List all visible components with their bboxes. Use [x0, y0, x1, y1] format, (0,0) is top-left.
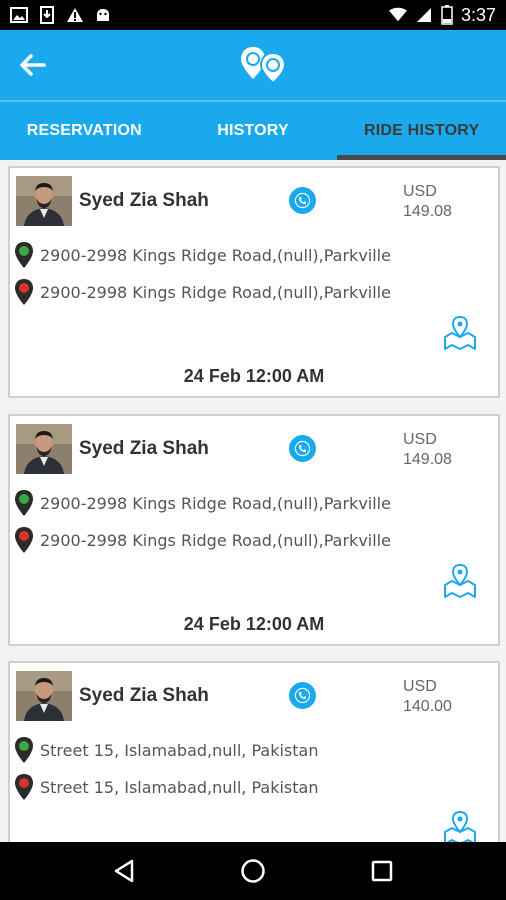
view-map-button[interactable]	[442, 810, 478, 842]
back-button[interactable]	[18, 50, 48, 80]
fare-currency: USD	[403, 431, 437, 448]
nav-home-button[interactable]	[233, 851, 273, 891]
driver-name: Syed Zia Shah	[79, 685, 209, 706]
pickup-address-row: 2900-2998 Kings Ridge Road,(null),Parkvi…	[14, 240, 391, 270]
dropoff-pin-icon	[14, 772, 34, 802]
call-button[interactable]	[289, 187, 316, 214]
nav-back-button[interactable]	[104, 851, 144, 891]
view-map-button[interactable]	[442, 315, 478, 351]
map-icon	[444, 810, 476, 842]
ride-date: 24 Feb 12:00 AM	[183, 366, 325, 386]
phone-icon	[294, 192, 311, 209]
dropoff-pin-icon	[14, 525, 34, 555]
pickup-address: Street 15, Islamabad,null, Pakistan	[40, 740, 319, 760]
ride-date: 24 Feb 12:00 AM	[183, 614, 325, 634]
triangle-back-icon	[115, 859, 134, 883]
tab-history[interactable]: HISTORY	[169, 102, 338, 160]
map-pins-logo-icon	[239, 45, 289, 85]
pickup-address-row: 2900-2998 Kings Ridge Road,(null),Parkvi…	[14, 488, 391, 518]
dropoff-address: 2900-2998 Kings Ridge Road,(null),Parkvi…	[40, 282, 391, 302]
dropoff-address-row: Street 15, Islamabad,null, Pakistan	[14, 772, 318, 802]
pickup-pin-icon	[14, 488, 34, 518]
tab-reservation[interactable]: RESERVATION	[0, 102, 169, 160]
fare: USD 149.08	[403, 430, 452, 470]
tab-bar: RESERVATION HISTORY RIDE HISTORY	[0, 100, 506, 160]
phone-icon	[294, 440, 311, 457]
dropoff-address: Street 15, Islamabad,null, Pakistan	[40, 777, 319, 797]
ride-list[interactable]: Syed Zia Shah USD 149.08 2900-2998 Kings…	[0, 160, 506, 842]
ride-card[interactable]: Syed Zia Shah USD 140.00 Street 15, Isla…	[8, 661, 500, 842]
pickup-address: 2900-2998 Kings Ridge Road,(null),Parkvi…	[40, 245, 391, 265]
fare: USD 149.08	[403, 182, 452, 222]
call-button[interactable]	[289, 435, 316, 462]
dropoff-pin-icon	[14, 277, 34, 307]
app-bar	[0, 30, 506, 100]
wifi-icon	[388, 6, 407, 24]
fare-amount: 149.08	[403, 451, 452, 468]
call-button[interactable]	[289, 682, 316, 709]
download-notification-icon	[38, 6, 56, 24]
fare-amount: 140.00	[403, 698, 452, 715]
pickup-address: 2900-2998 Kings Ridge Road,(null),Parkvi…	[40, 493, 391, 513]
nav-recents-button[interactable]	[362, 851, 402, 891]
status-bar: 3:37	[0, 0, 506, 30]
pickup-pin-icon	[14, 735, 34, 765]
avatar	[16, 176, 72, 226]
square-recents-icon	[371, 860, 392, 882]
view-map-button[interactable]	[442, 563, 478, 599]
avatar	[16, 671, 72, 721]
phone-icon	[294, 687, 311, 704]
dropoff-address-row: 2900-2998 Kings Ridge Road,(null),Parkvi…	[14, 277, 391, 307]
circle-home-icon	[241, 859, 265, 883]
navigation-bar	[0, 842, 506, 900]
image-notification-icon	[10, 6, 28, 24]
tab-ride-history[interactable]: RIDE HISTORY	[337, 102, 506, 160]
ride-card[interactable]: Syed Zia Shah USD 149.08 2900-2998 Kings…	[8, 166, 500, 398]
map-icon	[444, 315, 476, 350]
dropoff-address: 2900-2998 Kings Ridge Road,(null),Parkvi…	[40, 530, 391, 550]
fare-currency: USD	[403, 678, 437, 695]
fare-amount: 149.08	[403, 203, 452, 220]
arrow-left-icon	[20, 54, 46, 76]
signal-icon	[415, 6, 433, 24]
driver-name: Syed Zia Shah	[79, 190, 209, 211]
map-icon	[444, 563, 476, 598]
fare: USD 140.00	[403, 677, 452, 717]
driver-name: Syed Zia Shah	[79, 438, 209, 459]
avatar	[16, 424, 72, 474]
pickup-pin-icon	[14, 240, 34, 270]
warning-notification-icon	[66, 6, 84, 24]
android-notification-icon	[94, 6, 112, 24]
dropoff-address-row: 2900-2998 Kings Ridge Road,(null),Parkvi…	[14, 525, 391, 555]
ride-card[interactable]: Syed Zia Shah USD 149.08 2900-2998 Kings…	[8, 414, 500, 646]
battery-icon	[441, 5, 453, 25]
pickup-address-row: Street 15, Islamabad,null, Pakistan	[14, 735, 318, 765]
fare-currency: USD	[403, 183, 437, 200]
status-time: 3:37	[460, 4, 496, 25]
